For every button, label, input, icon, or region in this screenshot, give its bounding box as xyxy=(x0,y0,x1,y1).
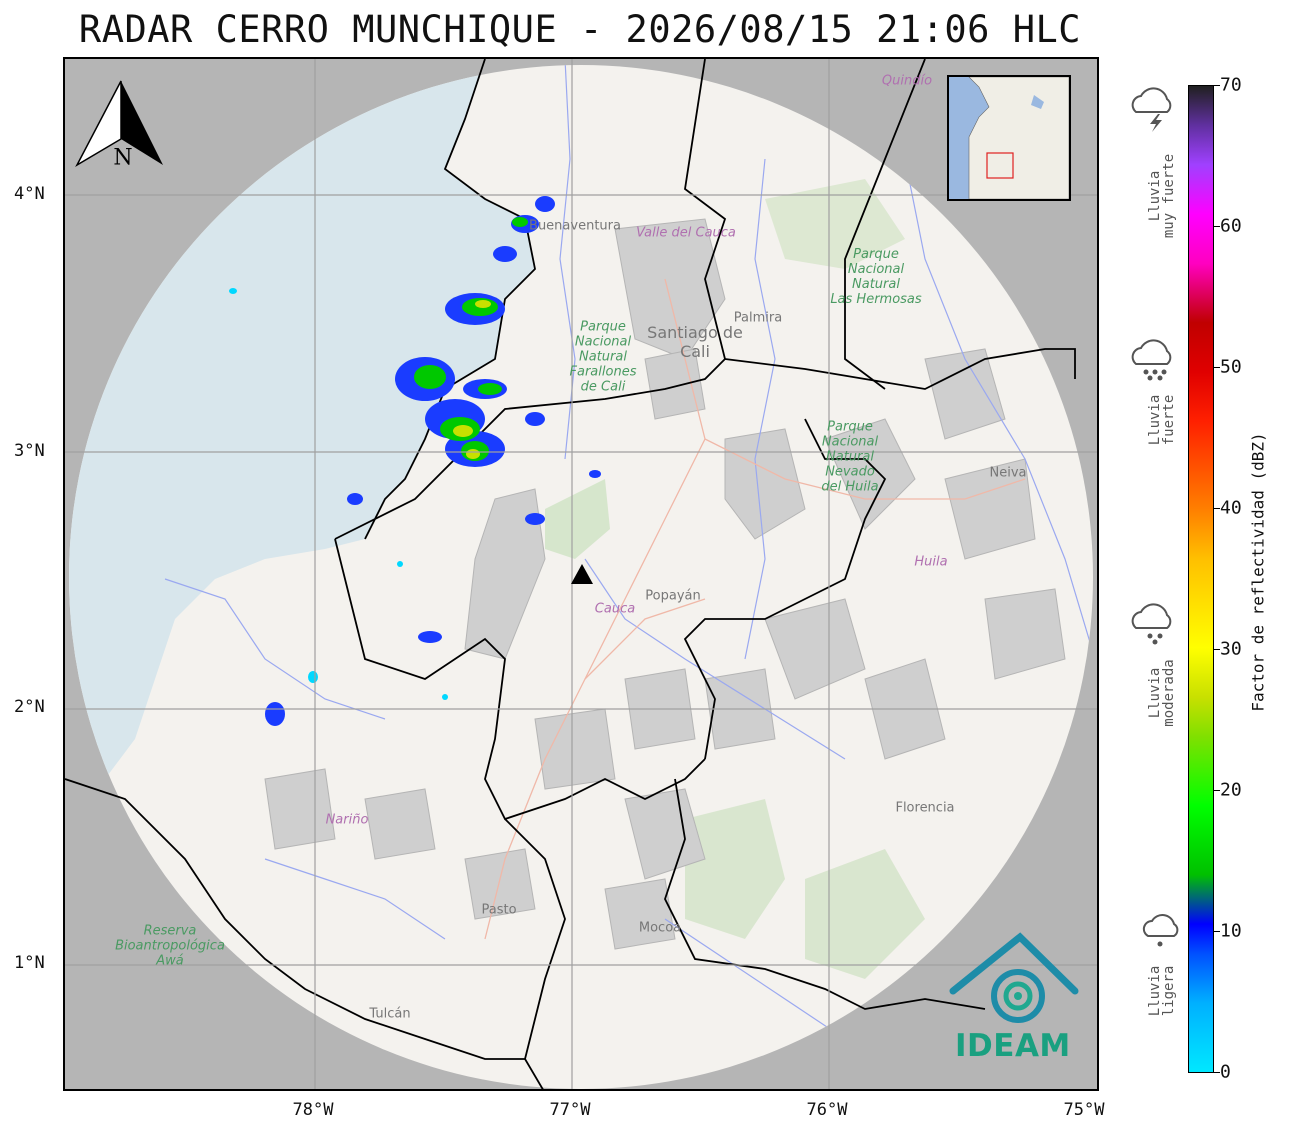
rain-label-moderate: Lluvia moderada xyxy=(1147,659,1177,727)
place-quindio[interactable]: Quindío xyxy=(882,74,932,89)
y-tick-1n: 1°N xyxy=(14,953,45,973)
inset-locator-map xyxy=(947,75,1071,201)
ideam-logo-text: IDEAM xyxy=(955,1028,1071,1064)
map-title: RADAR CERRO MUNCHIQUE - 2026/08/15 21:06… xyxy=(78,8,1082,51)
place-tulcan[interactable]: Tulcán xyxy=(369,1007,410,1022)
colorbar-tick-40: 40 xyxy=(1220,497,1242,519)
place-palmira[interactable]: Palmira xyxy=(734,311,782,326)
colorbar-tick-70: 70 xyxy=(1220,74,1242,96)
colorbar-tick-10: 10 xyxy=(1220,920,1242,942)
place-huila[interactable]: Huila xyxy=(914,555,947,570)
heavy-rain-cloud-icon xyxy=(1131,339,1172,381)
place-popayan[interactable]: Popayán xyxy=(645,589,700,604)
rain-label-heavy: Lluvia fuerte xyxy=(1147,394,1177,446)
x-tick-76w: 76°W xyxy=(806,1100,848,1120)
place-cauca[interactable]: Cauca xyxy=(595,602,635,617)
colorbar-tick-60: 60 xyxy=(1220,215,1242,237)
north-arrow-label: N xyxy=(113,145,133,171)
reserva-awa[interactable]: Reserva Bioantropológica Awá xyxy=(115,924,225,969)
colorbar-label: Factor de reflectividad (dBZ) xyxy=(1248,432,1268,712)
rain-label-light: Lluvia ligera xyxy=(1147,965,1177,1017)
inset-svg xyxy=(949,77,1069,199)
park-farallones[interactable]: Parque Nacional Natural Farallones de Ca… xyxy=(570,320,637,395)
place-buenaventura[interactable]: Buenaventura xyxy=(529,219,621,234)
place-valle[interactable]: Valle del Cauca xyxy=(636,226,736,241)
rain-label-very-heavy: Lluvia muy fuerte xyxy=(1147,153,1177,239)
colorbar-tick-0: 0 xyxy=(1220,1061,1231,1083)
park-nevado-huila[interactable]: Parque Nacional Natural Nevado del Huila xyxy=(821,420,878,495)
y-tick-2n: 2°N xyxy=(14,697,45,717)
place-neiva[interactable]: Neiva xyxy=(990,466,1027,481)
thunderstorm-cloud-icon xyxy=(1131,87,1172,132)
place-pasto[interactable]: Pasto xyxy=(481,903,516,918)
place-narino[interactable]: Nariño xyxy=(326,813,369,828)
radar-map[interactable]: N Santiago de Cali Palmira Popayán Cauca… xyxy=(63,57,1099,1091)
reflectivity-colorbar xyxy=(1188,85,1214,1073)
light-rain-cloud-icon xyxy=(1142,914,1179,947)
x-tick-78w: 78°W xyxy=(292,1100,334,1120)
y-tick-4n: 4°N xyxy=(14,184,45,204)
x-tick-77w: 77°W xyxy=(549,1100,591,1120)
colorbar-tick-30: 30 xyxy=(1220,638,1242,660)
colorbar-tick-50: 50 xyxy=(1220,356,1242,378)
place-mocoa[interactable]: Mocoa xyxy=(639,921,681,936)
x-tick-75w: 75°W xyxy=(1063,1100,1105,1120)
park-hermosas[interactable]: Parque Nacional Natural Las Hermosas xyxy=(830,247,921,307)
place-cali[interactable]: Santiago de Cali xyxy=(647,323,743,361)
moderate-rain-cloud-icon xyxy=(1131,603,1172,645)
y-tick-3n: 3°N xyxy=(14,441,45,461)
place-florencia[interactable]: Florencia xyxy=(895,801,954,816)
colorbar-tick-20: 20 xyxy=(1220,779,1242,801)
